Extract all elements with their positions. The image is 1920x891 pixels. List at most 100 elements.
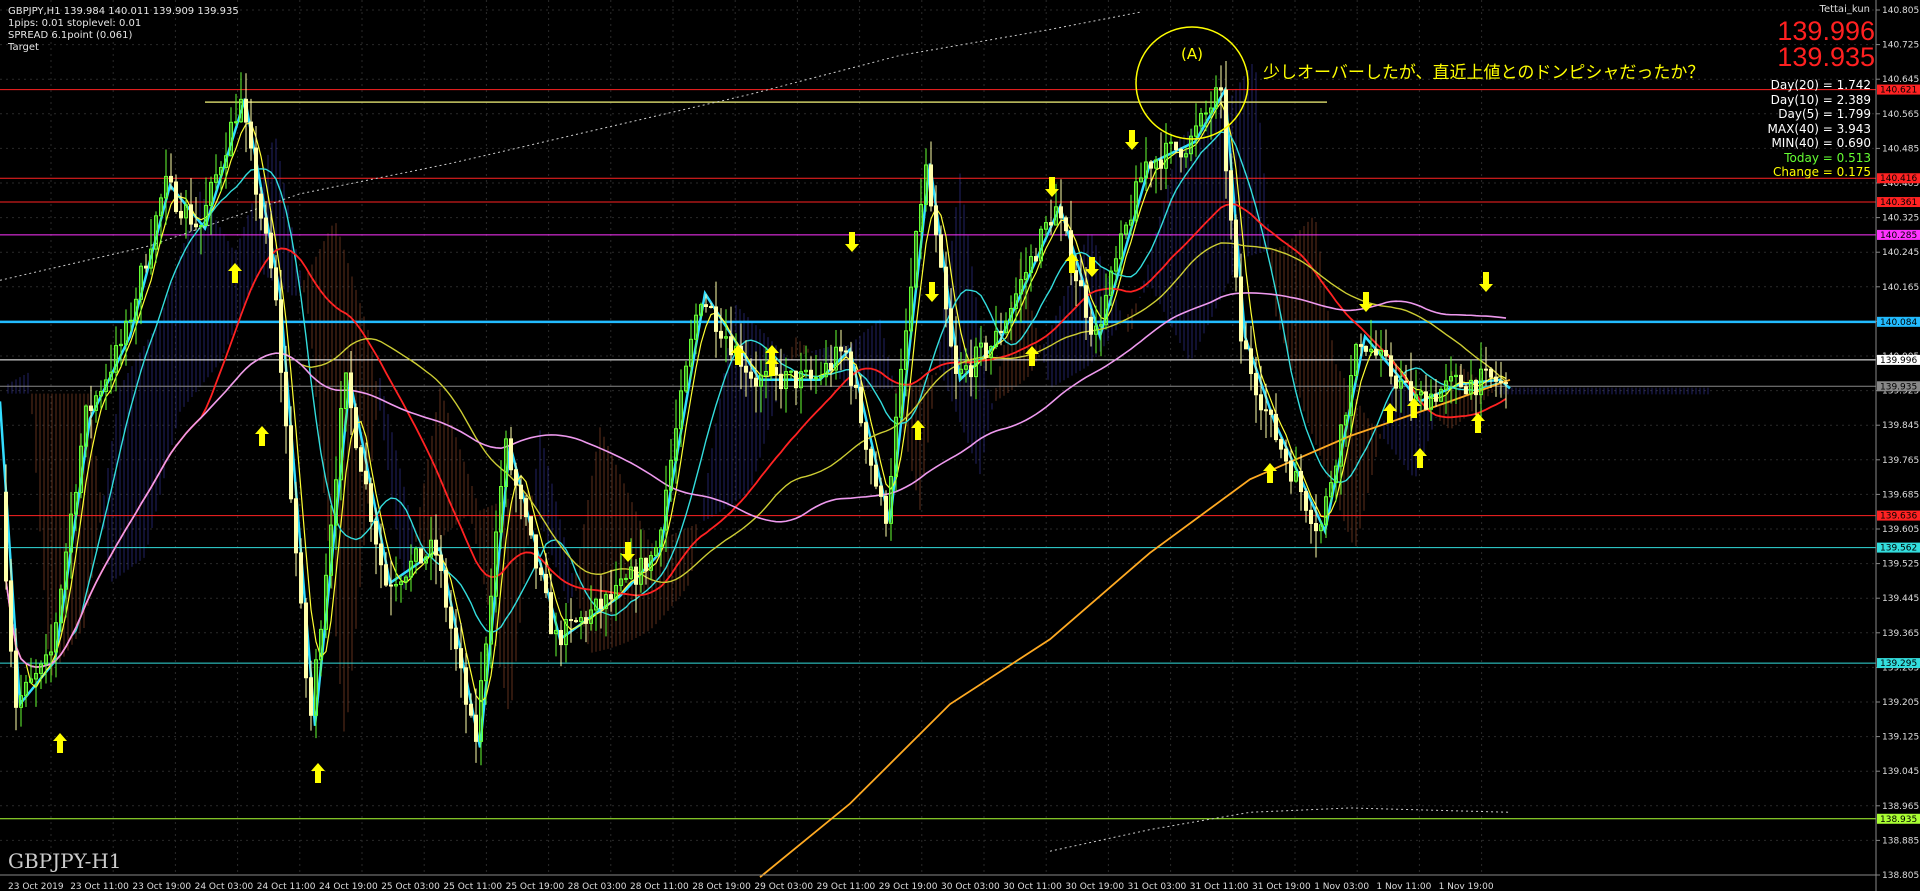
chart-info: GBPJPY,H1 139.984 140.011 139.909 139.93… xyxy=(8,6,239,54)
candle-body xyxy=(1059,206,1063,219)
x-tick-label: 1 Nov 11:00 xyxy=(1376,882,1431,891)
stat-line: MIN(40) = 0.690 xyxy=(1771,136,1871,150)
candle-body xyxy=(1159,159,1163,169)
candle-body xyxy=(549,592,553,635)
x-tick-label: 28 Oct 11:00 xyxy=(630,882,689,891)
candle-body xyxy=(514,469,518,486)
candle-body xyxy=(349,372,353,409)
candle-body xyxy=(829,362,833,371)
price-chart[interactable]: 140.805 140.725 140.645 140.565 140.485 140.4… xyxy=(0,0,1920,891)
candle-body xyxy=(439,554,443,571)
candle-body xyxy=(259,193,263,219)
candle-body xyxy=(794,370,798,389)
candle-body xyxy=(364,470,368,485)
candle-body xyxy=(939,234,943,268)
price-level-tag-label: 140.084 xyxy=(1880,318,1917,328)
candle-body xyxy=(1289,460,1293,482)
header-line-1: 1pips: 0.01 stoplevel: 0.01 xyxy=(8,18,142,29)
candle-body xyxy=(859,386,863,424)
candle-body xyxy=(449,606,453,629)
y-tick-label: 139.365 xyxy=(1882,629,1919,639)
up-arrow xyxy=(311,763,325,783)
candle-body xyxy=(869,448,873,466)
candle-body xyxy=(1484,368,1488,371)
down-arrow xyxy=(1085,257,1099,277)
x-tick-label: 1 Nov 03:00 xyxy=(1314,882,1369,891)
candle-body xyxy=(569,619,573,622)
candle-body xyxy=(574,620,578,623)
candle-body xyxy=(244,98,248,123)
y-tick-label: 139.605 xyxy=(1882,525,1919,535)
candle-body xyxy=(144,265,148,269)
down-arrow xyxy=(1125,130,1139,150)
x-tick-label: 24 Oct 19:00 xyxy=(319,882,378,891)
x-tick-label: 28 Oct 19:00 xyxy=(692,882,751,891)
y-tick-label: 138.965 xyxy=(1882,802,1919,812)
candle-body xyxy=(879,485,883,497)
candle-body xyxy=(944,266,948,310)
candle-body xyxy=(539,567,543,575)
candle-body xyxy=(1239,276,1243,342)
candle-body xyxy=(89,405,93,411)
down-arrow xyxy=(925,282,939,302)
candle-body xyxy=(419,548,423,564)
candle-body xyxy=(14,650,18,708)
y-tick-label: 140.645 xyxy=(1882,75,1919,85)
candle-body xyxy=(249,121,253,149)
candle-body xyxy=(1269,409,1273,415)
candle-body xyxy=(644,557,648,571)
price-level-tag-label: 138.935 xyxy=(1880,815,1917,825)
price-level-tag-label: 139.935 xyxy=(1880,382,1917,392)
y-tick-label: 140.245 xyxy=(1882,248,1919,258)
candle-body xyxy=(999,330,1003,333)
candle-body xyxy=(1264,409,1268,412)
candle-body xyxy=(934,205,938,236)
grid xyxy=(0,0,1876,876)
user-label: Tettai_kun xyxy=(1819,4,1870,15)
candle-body xyxy=(714,306,718,332)
y-tick-label: 140.565 xyxy=(1882,110,1919,120)
candle-body xyxy=(1279,439,1283,450)
candle-body xyxy=(1474,379,1478,396)
x-tick-label: 31 Oct 19:00 xyxy=(1252,882,1311,891)
y-tick-label: 139.845 xyxy=(1882,421,1919,431)
candle-body xyxy=(464,667,468,705)
stat-line: Day(10) = 2.389 xyxy=(1770,92,1871,107)
header-line-0: GBPJPY,H1 139.984 140.011 139.909 139.93… xyxy=(8,6,239,17)
x-tick-label: 30 Oct 19:00 xyxy=(1065,882,1124,891)
stat-line: Day(5) = 1.799 xyxy=(1778,107,1871,121)
candle-body xyxy=(434,539,438,556)
candle-body xyxy=(9,580,13,652)
x-tick-label: 23 Oct 2019 xyxy=(8,882,64,891)
x-tick-label: 23 Oct 11:00 xyxy=(70,882,129,891)
candle-body xyxy=(1049,222,1053,226)
candle-body xyxy=(1174,141,1178,151)
x-tick-label: 31 Oct 03:00 xyxy=(1128,882,1187,891)
candle-body xyxy=(269,232,273,269)
circle-label: (A) xyxy=(1181,45,1203,63)
y-tick-label: 140.805 xyxy=(1882,6,1919,16)
up-arrow xyxy=(1413,448,1427,468)
header-line-2: SPREAD 6.1point (0.061) xyxy=(8,30,133,41)
candle-body xyxy=(599,598,603,610)
candle-body xyxy=(1389,355,1393,377)
candle-body xyxy=(814,377,818,380)
candle-body xyxy=(529,516,533,536)
y-tick-label: 140.485 xyxy=(1882,144,1919,154)
candle-body xyxy=(469,703,473,716)
y-tick-label: 139.445 xyxy=(1882,594,1919,604)
candle-body xyxy=(264,217,268,234)
candle-body xyxy=(544,573,548,594)
candle-body xyxy=(1404,380,1408,383)
candle-body xyxy=(754,377,758,387)
x-tick-label: 25 Oct 03:00 xyxy=(381,882,440,891)
candle-body xyxy=(1464,386,1468,395)
candle-body xyxy=(1149,161,1153,169)
x-tick-label: 30 Oct 03:00 xyxy=(941,882,1000,891)
envelope-lower xyxy=(1049,807,1511,852)
candle-body xyxy=(179,210,183,219)
header-line-3: Target xyxy=(8,42,39,53)
candle-body xyxy=(1489,368,1493,378)
candle-body xyxy=(1459,374,1463,388)
price-level-tag-label: 139.996 xyxy=(1880,356,1917,366)
